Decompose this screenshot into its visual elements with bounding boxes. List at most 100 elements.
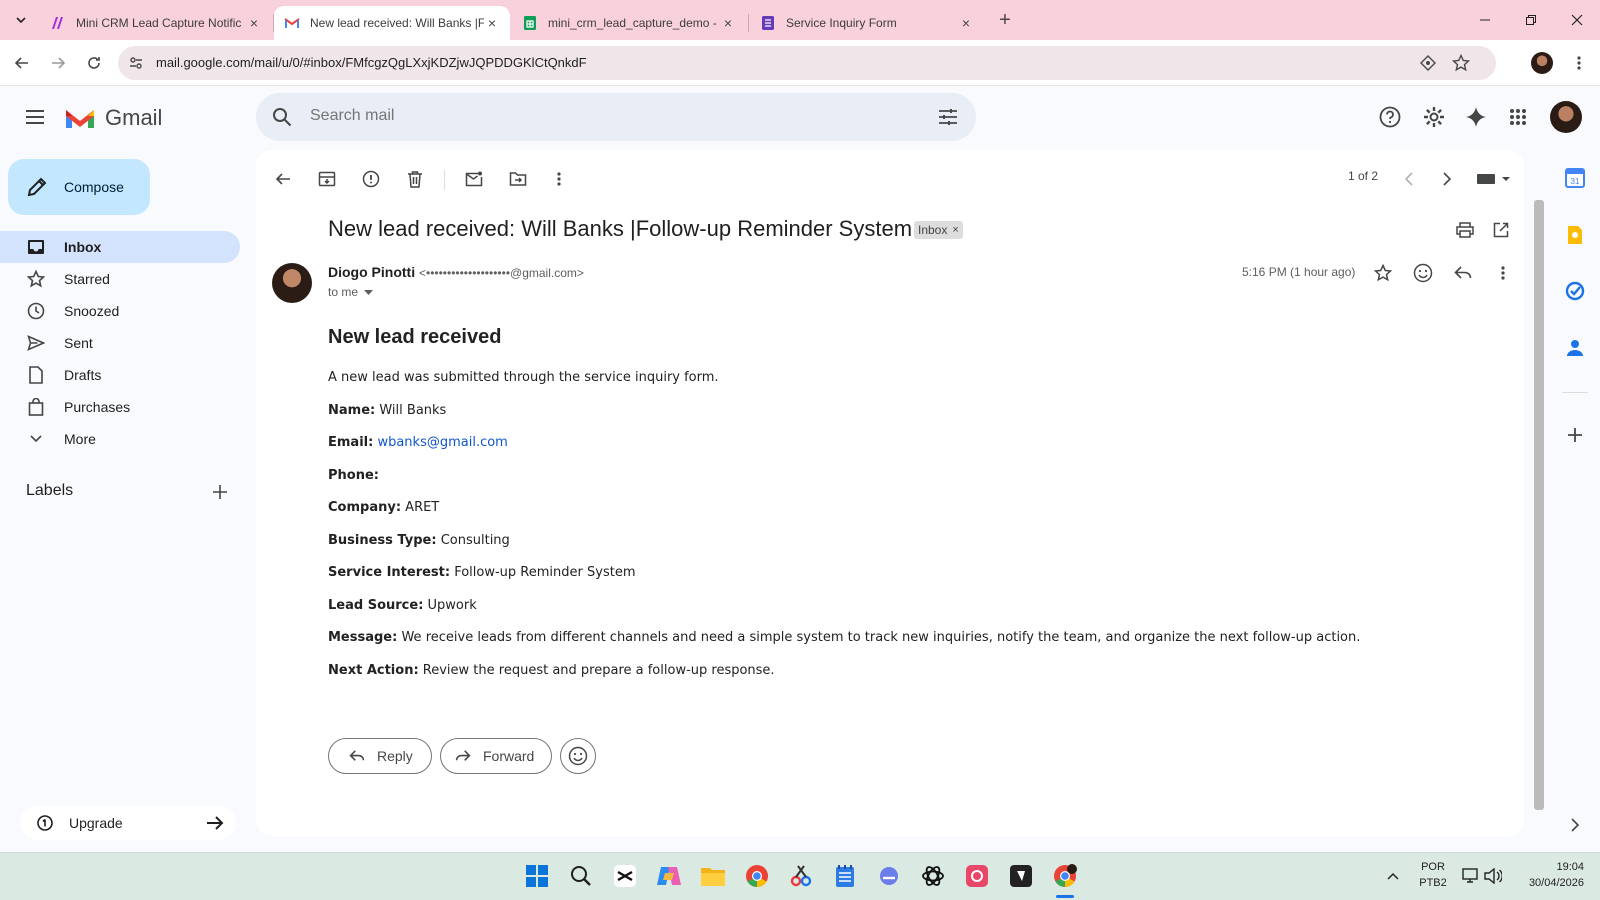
minimize-icon[interactable] bbox=[1462, 0, 1508, 40]
lang-bottom: PTB2 bbox=[1419, 877, 1447, 889]
browser-tab-4[interactable]: Service Inquiry Form × bbox=[750, 6, 984, 40]
search-icon[interactable] bbox=[272, 107, 292, 127]
compose-button[interactable]: Compose bbox=[8, 159, 150, 215]
apps-grid-icon[interactable] bbox=[1502, 101, 1534, 133]
email-subject: New lead received: Will Banks |Follow-up… bbox=[328, 216, 913, 241]
mark-unread-icon[interactable] bbox=[457, 162, 491, 196]
sidebar-item-more[interactable]: More bbox=[0, 423, 240, 455]
chrome-menu-icon[interactable] bbox=[1564, 48, 1594, 78]
address-bar[interactable]: mail.google.com/mail/u/0/#inbox/FMfcgzQg… bbox=[118, 46, 1496, 80]
emoji-reaction-button[interactable] bbox=[560, 738, 596, 774]
new-tab-icon[interactable]: + bbox=[990, 5, 1020, 35]
inbox-label-chip[interactable]: Inbox × bbox=[914, 221, 963, 239]
remove-label-icon[interactable]: × bbox=[952, 224, 958, 236]
recipient-details[interactable]: to me bbox=[328, 285, 374, 299]
account-avatar[interactable] bbox=[1550, 101, 1582, 133]
sender-email: <••••••••••••••••••••@gmail.com> bbox=[418, 266, 584, 280]
file-explorer-icon[interactable] bbox=[698, 861, 728, 891]
app-black-box-icon[interactable] bbox=[1006, 861, 1036, 891]
open-new-window-icon[interactable] bbox=[1484, 213, 1518, 247]
older-chevron-icon[interactable] bbox=[1430, 162, 1464, 196]
reply-button[interactable]: Reply bbox=[328, 738, 432, 774]
keyboard-language[interactable]: POR PTB2 bbox=[1418, 859, 1448, 891]
copilot-app-icon[interactable] bbox=[654, 861, 684, 891]
sidebar-item-drafts[interactable]: Drafts bbox=[0, 359, 240, 391]
archive-icon[interactable] bbox=[310, 162, 344, 196]
profile-avatar[interactable] bbox=[1527, 48, 1557, 78]
hide-panel-chevron-icon[interactable] bbox=[1560, 810, 1590, 840]
close-tab-icon[interactable]: × bbox=[720, 15, 736, 31]
sender-avatar[interactable] bbox=[272, 263, 312, 303]
main-menu-icon[interactable] bbox=[19, 101, 51, 133]
calendar-app-icon[interactable]: 31 bbox=[1560, 163, 1590, 193]
sidebar-item-starred[interactable]: Starred bbox=[0, 263, 240, 295]
sidebar-item-sent[interactable]: Sent bbox=[0, 327, 240, 359]
tab-search-icon[interactable] bbox=[6, 5, 36, 35]
upgrade-button[interactable]: Upgrade bbox=[20, 806, 236, 840]
close-window-icon[interactable] bbox=[1554, 0, 1600, 40]
bookmark-star-icon[interactable] bbox=[1452, 54, 1470, 72]
chatgpt-app-icon[interactable] bbox=[918, 861, 948, 891]
lead-field-company: Company: ARET bbox=[328, 500, 440, 515]
reload-icon[interactable] bbox=[79, 48, 109, 78]
gmail-logo[interactable]: Gmail bbox=[64, 105, 162, 131]
gemini-spark-icon[interactable] bbox=[1460, 101, 1492, 133]
restore-icon[interactable] bbox=[1508, 0, 1554, 40]
browser-tab-2-active[interactable]: New lead received: Will Banks |F × bbox=[274, 6, 510, 40]
search-input[interactable] bbox=[310, 107, 870, 125]
lead-field-next-action: Next Action: Review the request and prep… bbox=[328, 662, 775, 678]
lang-top: POR bbox=[1421, 861, 1445, 873]
search-options-icon[interactable] bbox=[938, 107, 958, 127]
browser-tab-3[interactable]: mini_crm_lead_capture_demo - × bbox=[512, 6, 746, 40]
gmail-logo-text: Gmail bbox=[105, 105, 163, 130]
app-cloud-icon[interactable] bbox=[874, 861, 904, 891]
sidebar-item-inbox[interactable]: Inbox bbox=[0, 231, 240, 263]
back-to-inbox-icon[interactable] bbox=[266, 162, 300, 196]
forward-button[interactable]: Forward bbox=[440, 738, 552, 774]
sidebar-item-snoozed[interactable]: Snoozed bbox=[0, 295, 240, 327]
password-key-icon[interactable] bbox=[1420, 55, 1436, 71]
site-info-icon[interactable] bbox=[128, 55, 144, 71]
emoji-react-icon[interactable] bbox=[1406, 256, 1440, 290]
volume-icon[interactable] bbox=[1478, 861, 1508, 891]
tasks-app-icon[interactable] bbox=[1560, 276, 1590, 306]
search-bar[interactable] bbox=[256, 93, 976, 141]
sidebar-item-purchases[interactable]: Purchases bbox=[0, 391, 240, 423]
add-label-icon[interactable] bbox=[212, 484, 228, 500]
report-spam-icon[interactable] bbox=[354, 162, 388, 196]
taskbar-search-icon[interactable] bbox=[566, 861, 596, 891]
close-tab-icon[interactable]: × bbox=[958, 15, 974, 31]
help-icon[interactable] bbox=[1374, 101, 1406, 133]
get-addons-icon[interactable] bbox=[1560, 420, 1590, 450]
scrollbar[interactable] bbox=[1534, 200, 1544, 810]
more-actions-icon[interactable] bbox=[542, 162, 576, 196]
settings-gear-icon[interactable] bbox=[1418, 101, 1450, 133]
close-tab-icon[interactable]: × bbox=[246, 15, 262, 31]
print-icon[interactable] bbox=[1448, 213, 1482, 247]
lead-email-link[interactable]: wbanks@gmail.com bbox=[377, 435, 507, 450]
star-email-icon[interactable] bbox=[1366, 256, 1400, 290]
lead-field-phone: Phone: bbox=[328, 467, 379, 483]
message-more-icon[interactable] bbox=[1486, 256, 1520, 290]
chrome-app-icon[interactable] bbox=[742, 861, 772, 891]
move-to-folder-icon[interactable] bbox=[501, 162, 535, 196]
contacts-app-icon[interactable] bbox=[1560, 333, 1590, 363]
browser-tab-1[interactable]: Mini CRM Lead Capture Notific × bbox=[40, 6, 272, 40]
reply-icon[interactable] bbox=[1446, 256, 1480, 290]
input-tools-icon[interactable] bbox=[1472, 162, 1514, 196]
snipping-tool-icon[interactable] bbox=[786, 861, 816, 891]
back-icon[interactable] bbox=[7, 48, 37, 78]
system-clock[interactable]: 19:04 30/04/2026 bbox=[1514, 859, 1584, 891]
delete-trash-icon[interactable] bbox=[398, 162, 432, 196]
chrome-profile-app-icon[interactable] bbox=[1050, 861, 1080, 891]
close-tab-icon[interactable]: × bbox=[484, 15, 500, 31]
creative-cloud-icon[interactable] bbox=[962, 861, 992, 891]
sender-name[interactable]: Diogo Pinotti bbox=[328, 264, 415, 280]
notepad-app-icon[interactable] bbox=[830, 861, 860, 891]
tray-chevron-up-icon[interactable] bbox=[1378, 861, 1408, 891]
windows-start-icon[interactable] bbox=[522, 861, 552, 891]
newer-chevron-icon[interactable] bbox=[1392, 162, 1426, 196]
forward-icon[interactable] bbox=[43, 48, 73, 78]
keep-app-icon[interactable] bbox=[1560, 220, 1590, 250]
capcut-app-icon[interactable] bbox=[610, 861, 640, 891]
